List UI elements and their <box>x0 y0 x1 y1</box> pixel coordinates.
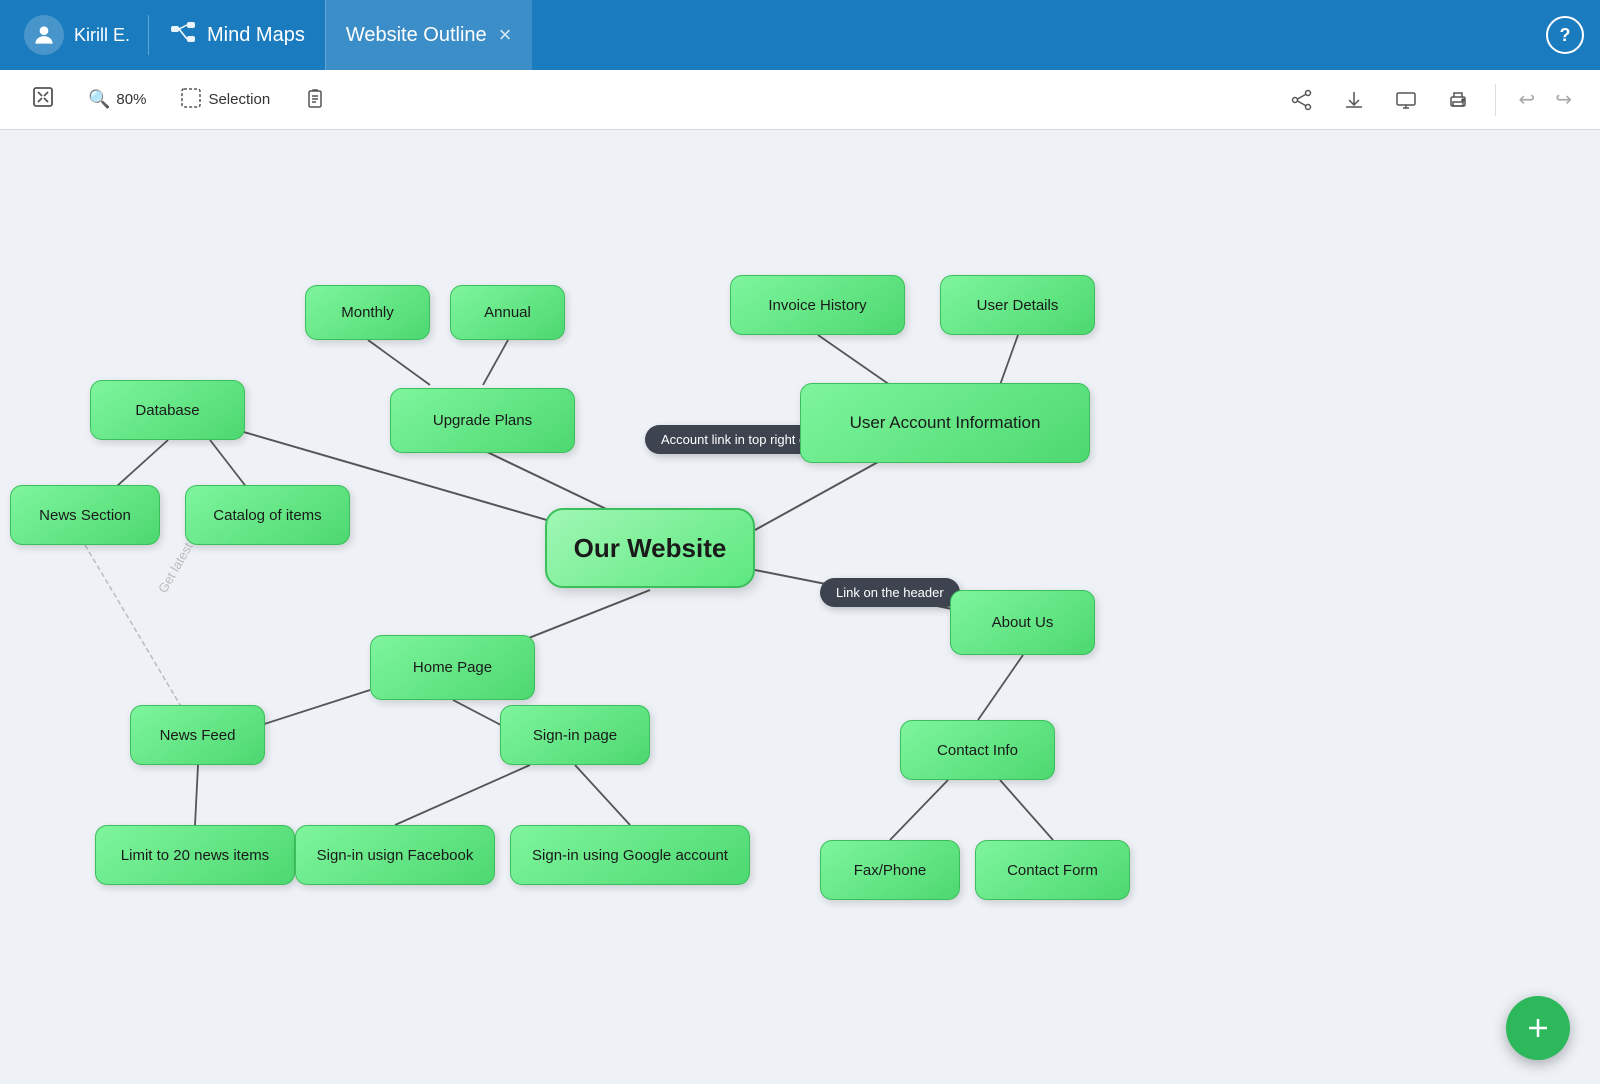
undo-button[interactable]: ↩ <box>1510 83 1543 116</box>
connection-lines <box>0 130 1600 1084</box>
fit-button[interactable] <box>20 80 66 119</box>
zoom-button[interactable]: 🔍 80% <box>76 83 158 116</box>
print-button[interactable] <box>1435 83 1481 117</box>
signin-page-node[interactable]: Sign-in page <box>500 705 650 765</box>
selection-button[interactable]: Selection <box>168 81 282 119</box>
mind-maps-tab[interactable]: Mind Maps <box>149 0 326 70</box>
annual-node[interactable]: Annual <box>450 285 565 340</box>
user-account-node[interactable]: User Account Information <box>800 383 1090 463</box>
invoice-history-node[interactable]: Invoice History <box>730 275 905 335</box>
present-button[interactable] <box>1383 83 1429 117</box>
about-us-node[interactable]: About Us <box>950 590 1095 655</box>
contact-form-node[interactable]: Contact Form <box>975 840 1130 900</box>
close-doc-button[interactable]: × <box>499 22 512 48</box>
signin-google-node[interactable]: Sign-in using Google account <box>510 825 750 885</box>
download-button[interactable] <box>1331 83 1377 117</box>
news-section-node[interactable]: News Section <box>10 485 160 545</box>
mind-maps-label: Mind Maps <box>207 24 305 47</box>
toolbar: 🔍 80% Selection <box>0 70 1600 130</box>
help-button[interactable]: ? <box>1546 16 1584 54</box>
center-node[interactable]: Our Website <box>545 508 755 588</box>
add-node-button[interactable] <box>1506 996 1570 1060</box>
database-node[interactable]: Database <box>90 380 245 440</box>
limit-news-node[interactable]: Limit to 20 news items <box>95 825 295 885</box>
avatar <box>24 15 64 55</box>
news-feed-node[interactable]: News Feed <box>130 705 265 765</box>
monthly-node[interactable]: Monthly <box>305 285 430 340</box>
catalog-node[interactable]: Catalog of items <box>185 485 350 545</box>
zoom-label: 80% <box>116 91 146 108</box>
undo-redo-group: ↩ ↪ <box>1510 83 1580 116</box>
redo-button[interactable]: ↪ <box>1547 83 1580 116</box>
username-label: Kirill E. <box>74 25 130 46</box>
selection-icon <box>180 87 202 113</box>
user-details-node[interactable]: User Details <box>940 275 1095 335</box>
home-page-node[interactable]: Home Page <box>370 635 535 700</box>
signin-fb-node[interactable]: Sign-in usign Facebook <box>295 825 495 885</box>
zoom-icon: 🔍 <box>88 89 110 110</box>
clipboard-icon <box>304 87 326 113</box>
upgrade-plans-node[interactable]: Upgrade Plans <box>390 388 575 453</box>
share-button[interactable] <box>1279 83 1325 117</box>
fit-icon <box>32 86 54 113</box>
link-header-annotation: Link on the header <box>820 578 960 607</box>
header: Kirill E. Mind Maps Website Outline × ? <box>0 0 1600 70</box>
clipboard-button[interactable] <box>292 81 338 119</box>
doc-title-label: Website Outline <box>346 24 487 47</box>
toolbar-right: ↩ ↪ <box>1279 83 1580 117</box>
user-profile[interactable]: Kirill E. <box>16 15 149 55</box>
contact-info-node[interactable]: Contact Info <box>900 720 1055 780</box>
fax-phone-node[interactable]: Fax/Phone <box>820 840 960 900</box>
canvas: Get latest 20 items Account link in top … <box>0 130 1600 1084</box>
selection-label: Selection <box>208 91 270 108</box>
mind-map-icon <box>169 18 197 52</box>
doc-tab[interactable]: Website Outline × <box>326 0 532 70</box>
